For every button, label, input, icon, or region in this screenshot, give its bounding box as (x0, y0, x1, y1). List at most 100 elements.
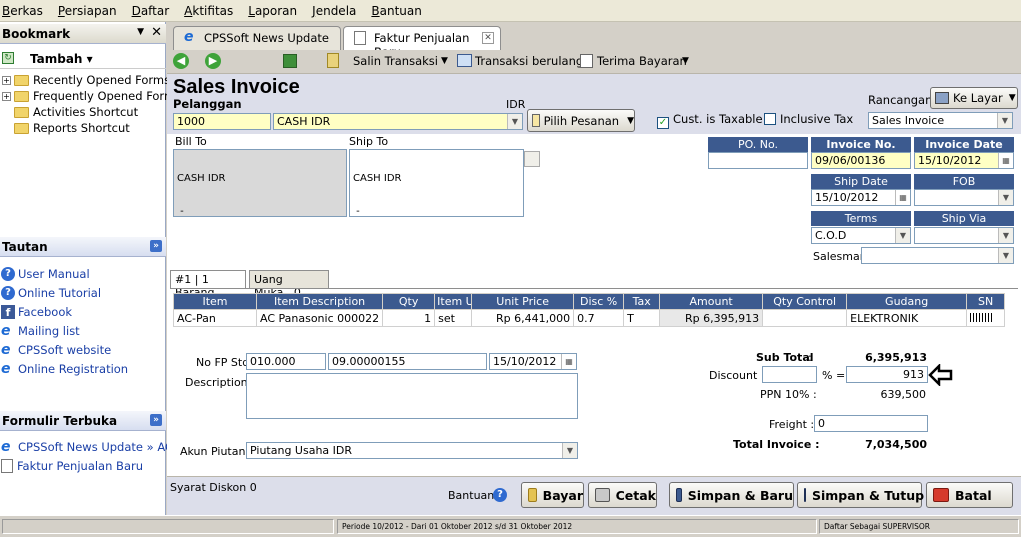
col-item-unit[interactable]: Item Unit (434, 293, 473, 310)
col-item-description[interactable]: Item Description (255, 293, 384, 310)
cell-qty-control[interactable] (762, 309, 848, 327)
checkbox-checked-icon[interactable]: ✓ (657, 117, 669, 129)
inclusive-tax-checkbox[interactable]: Inclusive Tax (764, 112, 853, 126)
help-icon[interactable]: ? (493, 488, 507, 502)
menu-persiapan[interactable]: Persiapan (58, 4, 117, 18)
customer-code-input[interactable]: 1000 (173, 113, 271, 130)
link-online-tutorial[interactable]: ? Online Tutorial (1, 284, 101, 301)
salesman-select[interactable]: ▼ (861, 247, 1014, 264)
cell-sn[interactable] (966, 309, 1006, 327)
ke-layar-button[interactable]: Ke Layar ▼ (930, 87, 1018, 109)
table-row[interactable]: AC-Pan AC Panasonic 000022 1 set Rp 6,44… (173, 309, 1006, 327)
menu-daftar[interactable]: Daftar (132, 4, 170, 18)
tree-reports-shortcut[interactable]: Reports Shortcut (14, 120, 130, 136)
cetak-button[interactable]: Cetak (588, 482, 657, 508)
description-textarea[interactable] (246, 373, 578, 419)
link-mailing-list[interactable]: e Mailing list (1, 322, 80, 339)
transaksi-berulang-button[interactable]: Transaksi berulang (475, 54, 583, 68)
cell-item-unit[interactable]: set (434, 309, 473, 327)
terima-bayaran-button[interactable]: Terima Bayaran (597, 54, 687, 68)
menu-bantuan[interactable]: Bantuan (371, 4, 421, 18)
batal-button[interactable]: Batal (926, 482, 1013, 508)
close-tab-icon[interactable]: ✕ (482, 32, 494, 44)
chevron-down-icon[interactable]: ▼ (562, 443, 577, 458)
cell-unit-price[interactable]: Rp 6,441,000 (471, 309, 575, 327)
chevron-down-icon[interactable]: ▼ (998, 190, 1013, 205)
discount-amount-input[interactable]: 913 (846, 366, 928, 383)
ship-to-address[interactable]: CASH IDR - - - - - - - (349, 149, 524, 217)
calendar-icon[interactable]: ▦ (998, 153, 1013, 168)
no-fp-prefix-input[interactable]: 010.000 (246, 353, 326, 370)
formulir-header[interactable]: Formulir Terbuka » (0, 411, 166, 431)
cell-tax[interactable]: T (623, 309, 661, 327)
bill-to-address[interactable]: CASH IDR - - - - - - - (173, 149, 347, 217)
menu-laporan[interactable]: Laporan (248, 4, 297, 18)
no-fp-date-input[interactable]: 15/10/2012 ▦ (489, 353, 577, 370)
cell-item-description[interactable]: AC Panasonic 000022 (255, 309, 384, 327)
akun-piutang-select[interactable]: Piutang Usaha IDR ▼ (246, 442, 578, 459)
open-form-news[interactable]: e CPSSoft News Update » AC... (1, 438, 184, 455)
tree-frequently-opened[interactable]: + Frequently Opened Forms (2, 88, 181, 104)
chevron-down-icon[interactable]: ▼ (895, 228, 910, 243)
expand-icon[interactable]: + (2, 91, 11, 101)
cell-disc[interactable]: 0.7 (573, 309, 625, 327)
pilih-pesanan-button[interactable]: Pilih Pesanan ▼ (527, 109, 635, 132)
collapse-icon[interactable]: » (150, 240, 162, 252)
chevron-down-icon[interactable]: ▼ (507, 114, 522, 129)
ship-via-select[interactable]: ▼ (914, 227, 1014, 244)
menu-aktifitas[interactable]: Aktifitas (184, 4, 233, 18)
col-disc[interactable]: Disc % (573, 293, 625, 310)
next-arrow-icon[interactable]: ▶ (205, 53, 221, 69)
recurring-icon[interactable] (457, 54, 472, 67)
col-unit-price[interactable]: Unit Price (471, 293, 575, 310)
tree-activities-shortcut[interactable]: Activities Shortcut (14, 104, 138, 120)
rancangan-select[interactable]: Sales Invoice ▼ (868, 112, 1013, 129)
chevron-down-icon[interactable]: ▼ (998, 228, 1013, 243)
terima-dropdown-icon[interactable]: ▼ (682, 56, 689, 66)
col-qty-control[interactable]: Qty Control (762, 293, 848, 310)
cell-qty[interactable]: 1 (382, 309, 436, 327)
link-online-registration[interactable]: e Online Registration (1, 360, 128, 377)
no-fp-number-input[interactable]: 09.00000155 (328, 353, 487, 370)
previous-arrow-icon[interactable]: ◀ (173, 53, 189, 69)
open-form-faktur[interactable]: Faktur Penjualan Baru (1, 457, 143, 474)
payment-icon[interactable] (580, 54, 593, 68)
salin-transaksi-button[interactable]: Salin Transaksi (353, 54, 438, 68)
collapse-icon[interactable]: » (150, 414, 162, 426)
expand-icon[interactable]: + (2, 75, 11, 85)
calendar-icon[interactable]: ▦ (561, 354, 576, 369)
col-tax[interactable]: Tax (623, 293, 661, 310)
tab-news-update[interactable]: e CPSSoft News Update » ... (173, 26, 341, 59)
calendar-icon[interactable]: ▦ (895, 190, 910, 205)
bayar-button[interactable]: Bayar (521, 482, 584, 508)
link-user-manual[interactable]: ? User Manual (1, 265, 90, 282)
cell-amount[interactable]: Rp 6,395,913 (659, 309, 764, 327)
database-icon[interactable] (283, 54, 297, 68)
freight-input[interactable]: 0 (814, 415, 928, 432)
salin-dropdown-icon[interactable]: ▼ (441, 56, 448, 66)
cell-gudang[interactable]: ELEKTRONIK (846, 309, 968, 327)
col-qty[interactable]: Qty (382, 293, 436, 310)
po-no-input[interactable] (708, 152, 808, 169)
col-amount[interactable]: Amount (659, 293, 764, 310)
link-facebook[interactable]: f Facebook (1, 303, 72, 320)
bantuan-label[interactable]: Bantuan (448, 489, 494, 502)
tab-items[interactable]: #1 | 1 Barang (170, 270, 246, 299)
ship-to-picker-icon[interactable] (524, 151, 540, 167)
invoice-date-input[interactable]: 15/10/2012 ▦ (914, 152, 1014, 169)
clipboard-icon[interactable] (327, 53, 339, 68)
add-bookmark-button[interactable]: Tambah ▾ (30, 52, 93, 66)
ship-date-input[interactable]: 15/10/2012 ▦ (811, 189, 911, 206)
checkbox-empty-icon[interactable] (764, 113, 776, 125)
tab-uang-muka[interactable]: Uang Muka 0 (249, 270, 329, 299)
fob-select[interactable]: ▼ (914, 189, 1014, 206)
simpan-baru-button[interactable]: Simpan & Baru (669, 482, 794, 508)
cell-item[interactable]: AC-Pan (173, 309, 257, 327)
chevron-down-icon[interactable]: ▼ (998, 248, 1013, 263)
menu-berkas[interactable]: Berkas (2, 4, 43, 18)
col-item[interactable]: Item (173, 293, 257, 310)
cust-taxable-checkbox[interactable]: ✓ Cust. is Taxable (657, 112, 763, 129)
link-cpssoft-website[interactable]: e CPSSoft website (1, 341, 111, 358)
tab-faktur-penjualan[interactable]: Faktur Penjualan Baru ✕ (343, 26, 501, 59)
menu-jendela[interactable]: Jendela (312, 4, 356, 18)
